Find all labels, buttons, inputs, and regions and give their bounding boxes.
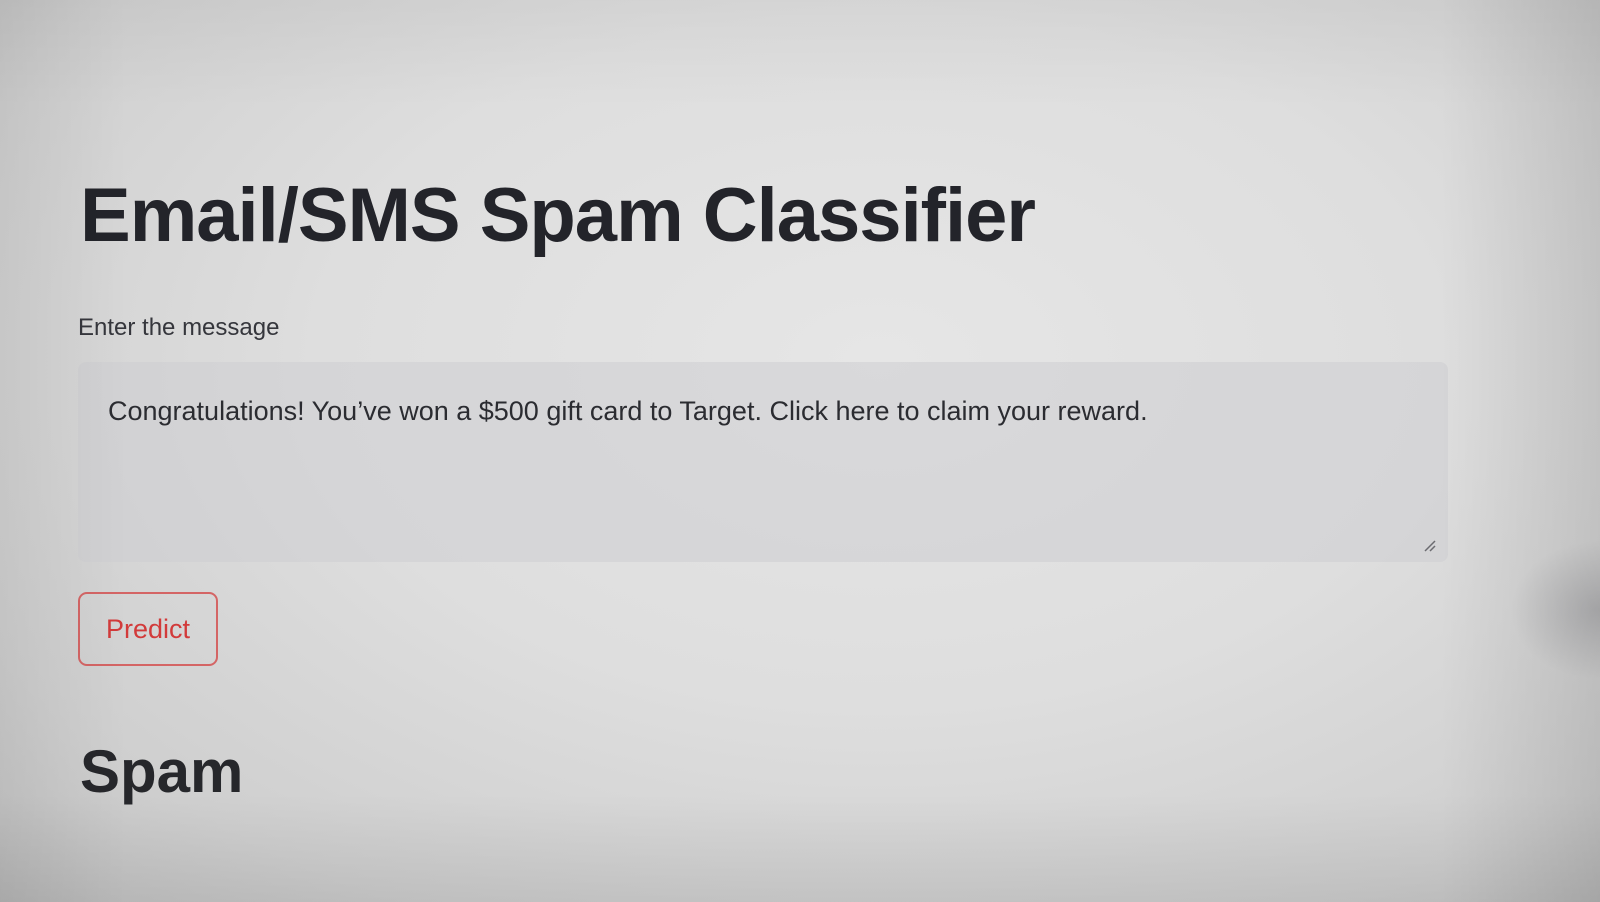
page-title: Email/SMS Spam Classifier (80, 173, 1036, 258)
resize-handle-icon[interactable] (1422, 538, 1436, 552)
edge-shadow (1510, 540, 1600, 680)
predict-button[interactable]: Predict (78, 592, 218, 666)
message-input-label: Enter the message (78, 314, 280, 341)
prediction-result: Spam (80, 738, 244, 805)
message-text[interactable]: Congratulations! You’ve won a $500 gift … (108, 396, 1418, 427)
message-textarea[interactable]: Congratulations! You’ve won a $500 gift … (78, 362, 1448, 562)
spam-classifier-app: Email/SMS Spam Classifier Enter the mess… (0, 0, 1600, 902)
